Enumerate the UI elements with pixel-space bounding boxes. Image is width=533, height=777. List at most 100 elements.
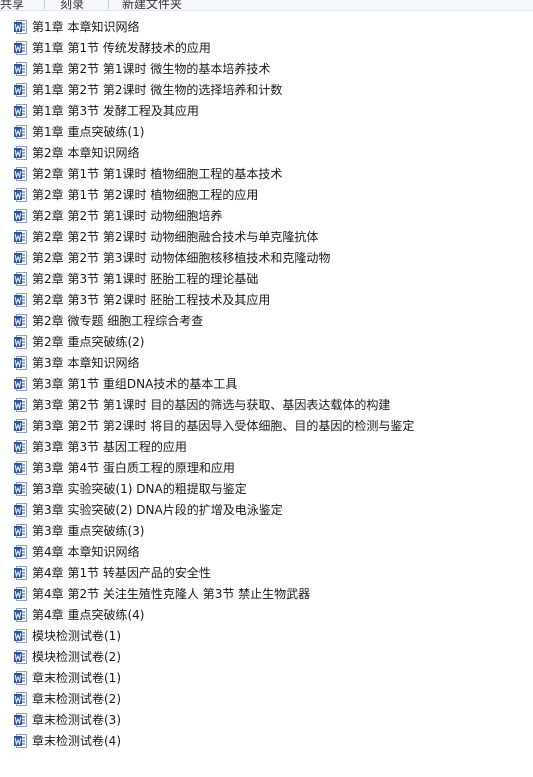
- file-list-item[interactable]: 第2章 第2节 第1课时 动物细胞培养: [0, 206, 533, 227]
- word-doc-icon: [14, 650, 27, 664]
- file-list-item[interactable]: 第3章 重点突破练(3): [0, 521, 533, 542]
- file-name: 第3章 第2节 第2课时 将目的基因导入受体细胞、目的基因的检测与鉴定: [32, 419, 415, 433]
- file-name: 章末检测试卷(4): [32, 734, 121, 748]
- file-name: 第2章 第3节 第1课时 胚胎工程的理论基础: [32, 272, 259, 286]
- file-name: 第1章 第1节 传统发酵技术的应用: [32, 41, 211, 55]
- word-doc-icon: [14, 524, 27, 538]
- file-name: 第2章 第1节 第1课时 植物细胞工程的基本技术: [32, 167, 283, 181]
- file-name: 模块检测试卷(2): [32, 650, 121, 664]
- file-list-item[interactable]: 第4章 第1节 转基因产品的安全性: [0, 563, 533, 584]
- word-doc-icon: [14, 167, 27, 181]
- file-name: 第2章 第1节 第2课时 植物细胞工程的应用: [32, 188, 259, 202]
- word-doc-icon: [14, 419, 27, 433]
- file-name: 第2章 第2节 第3课时 动物体细胞核移植技术和克隆动物: [32, 251, 331, 265]
- file-list-item[interactable]: 第1章 重点突破练(1): [0, 122, 533, 143]
- word-doc-icon: [14, 251, 27, 265]
- file-list-item[interactable]: 第2章 第1节 第2课时 植物细胞工程的应用: [0, 185, 533, 206]
- file-list-item[interactable]: 第2章 第2节 第3课时 动物体细胞核移植技术和克隆动物: [0, 248, 533, 269]
- word-doc-icon: [14, 377, 27, 391]
- file-list-item[interactable]: 章末检测试卷(1): [0, 668, 533, 689]
- word-doc-icon: [14, 608, 27, 622]
- word-doc-icon: [14, 272, 27, 286]
- word-doc-icon: [14, 293, 27, 307]
- file-list-item[interactable]: 第4章 本章知识网络: [0, 542, 533, 563]
- file-list-item[interactable]: 第2章 微专题 细胞工程综合考查: [0, 311, 533, 332]
- file-name: 章末检测试卷(2): [32, 692, 121, 706]
- file-list-item[interactable]: 第1章 本章知识网络: [0, 17, 533, 38]
- word-doc-icon: [14, 20, 27, 34]
- toolbar-share-button[interactable]: 共享: [0, 0, 24, 10]
- file-list-item[interactable]: 第2章 第1节 第1课时 植物细胞工程的基本技术: [0, 164, 533, 185]
- word-doc-icon: [14, 692, 27, 706]
- file-name: 第3章 第2节 第1课时 目的基因的筛选与获取、基因表达载体的构建: [32, 398, 391, 412]
- file-name: 第2章 第2节 第2课时 动物细胞融合技术与单克隆抗体: [32, 230, 319, 244]
- word-doc-icon: [14, 629, 27, 643]
- file-list: 第1章 本章知识网络第1章 第1节 传统发酵技术的应用第1章 第2节 第1课时 …: [0, 17, 533, 752]
- file-list-item[interactable]: 第1章 第3节 发酵工程及其应用: [0, 101, 533, 122]
- toolbar-separator: [108, 0, 109, 9]
- file-name: 第3章 实验突破(1) DNA的粗提取与鉴定: [32, 482, 247, 496]
- file-list-item[interactable]: 第3章 第2节 第2课时 将目的基因导入受体细胞、目的基因的检测与鉴定: [0, 416, 533, 437]
- word-doc-icon: [14, 188, 27, 202]
- file-name: 第4章 本章知识网络: [32, 545, 140, 559]
- word-doc-icon: [14, 335, 27, 349]
- word-doc-icon: [14, 566, 27, 580]
- file-name: 第1章 本章知识网络: [32, 20, 140, 34]
- file-list-item[interactable]: 第3章 本章知识网络: [0, 353, 533, 374]
- toolbar-burn-button[interactable]: 刻录: [60, 0, 84, 10]
- file-list-item[interactable]: 第2章 第2节 第2课时 动物细胞融合技术与单克隆抗体: [0, 227, 533, 248]
- file-name: 第3章 第4节 蛋白质工程的原理和应用: [32, 461, 235, 475]
- word-doc-icon: [14, 62, 27, 76]
- file-list-item[interactable]: 第3章 第3节 基因工程的应用: [0, 437, 533, 458]
- file-list-item[interactable]: 第1章 第1节 传统发酵技术的应用: [0, 38, 533, 59]
- file-name: 第1章 第3节 发酵工程及其应用: [32, 104, 199, 118]
- toolbar-new-folder-button[interactable]: 新建文件夹: [122, 0, 182, 10]
- word-doc-icon: [14, 440, 27, 454]
- file-list-item[interactable]: 第3章 实验突破(2) DNA片段的扩增及电泳鉴定: [0, 500, 533, 521]
- file-list-item[interactable]: 第2章 第3节 第1课时 胚胎工程的理论基础: [0, 269, 533, 290]
- file-list-item[interactable]: 第2章 第3节 第2课时 胚胎工程技术及其应用: [0, 290, 533, 311]
- word-doc-icon: [14, 545, 27, 559]
- file-list-item[interactable]: 第4章 第2节 关注生殖性克隆人 第3节 禁止生物武器: [0, 584, 533, 605]
- file-list-item[interactable]: 第3章 第1节 重组DNA技术的基本工具: [0, 374, 533, 395]
- file-list-item[interactable]: 模块检测试卷(2): [0, 647, 533, 668]
- file-name: 第2章 第2节 第1课时 动物细胞培养: [32, 209, 223, 223]
- file-name: 第3章 重点突破练(3): [32, 524, 145, 538]
- word-doc-icon: [14, 503, 27, 517]
- file-list-item[interactable]: 第3章 第4节 蛋白质工程的原理和应用: [0, 458, 533, 479]
- word-doc-icon: [14, 356, 27, 370]
- word-doc-icon: [14, 83, 27, 97]
- word-doc-icon: [14, 125, 27, 139]
- file-name: 第2章 微专题 细胞工程综合考查: [32, 314, 204, 328]
- word-doc-icon: [14, 314, 27, 328]
- file-name: 第3章 第3节 基因工程的应用: [32, 440, 187, 454]
- word-doc-icon: [14, 713, 27, 727]
- file-list-item[interactable]: 章末检测试卷(2): [0, 689, 533, 710]
- word-doc-icon: [14, 587, 27, 601]
- file-name: 第4章 第2节 关注生殖性克隆人 第3节 禁止生物武器: [32, 587, 311, 601]
- file-list-item[interactable]: 第3章 实验突破(1) DNA的粗提取与鉴定: [0, 479, 533, 500]
- word-doc-icon: [14, 461, 27, 475]
- file-list-item[interactable]: 第4章 重点突破练(4): [0, 605, 533, 626]
- file-name: 第3章 实验突破(2) DNA片段的扩增及电泳鉴定: [32, 503, 283, 517]
- file-name: 第1章 第2节 第2课时 微生物的选择培养和计数: [32, 83, 283, 97]
- file-name: 第2章 第3节 第2课时 胚胎工程技术及其应用: [32, 293, 271, 307]
- file-list-item[interactable]: 第2章 重点突破练(2): [0, 332, 533, 353]
- file-list-item[interactable]: 第1章 第2节 第2课时 微生物的选择培养和计数: [0, 80, 533, 101]
- file-list-item[interactable]: 第3章 第2节 第1课时 目的基因的筛选与获取、基因表达载体的构建: [0, 395, 533, 416]
- file-name: 第3章 第1节 重组DNA技术的基本工具: [32, 377, 238, 391]
- file-name: 第4章 重点突破练(4): [32, 608, 145, 622]
- word-doc-icon: [14, 671, 27, 685]
- file-list-item[interactable]: 模块检测试卷(1): [0, 626, 533, 647]
- file-name: 章末检测试卷(1): [32, 671, 121, 685]
- word-doc-icon: [14, 41, 27, 55]
- explorer-toolbar: 共享 刻录 新建文件夹: [0, 0, 533, 11]
- file-name: 第2章 重点突破练(2): [32, 335, 145, 349]
- word-doc-icon: [14, 398, 27, 412]
- file-list-item[interactable]: 章末检测试卷(3): [0, 710, 533, 731]
- file-list-item[interactable]: 章末检测试卷(4): [0, 731, 533, 752]
- word-doc-icon: [14, 230, 27, 244]
- file-list-item[interactable]: 第1章 第2节 第1课时 微生物的基本培养技术: [0, 59, 533, 80]
- file-list-item[interactable]: 第2章 本章知识网络: [0, 143, 533, 164]
- file-name: 第1章 第2节 第1课时 微生物的基本培养技术: [32, 62, 271, 76]
